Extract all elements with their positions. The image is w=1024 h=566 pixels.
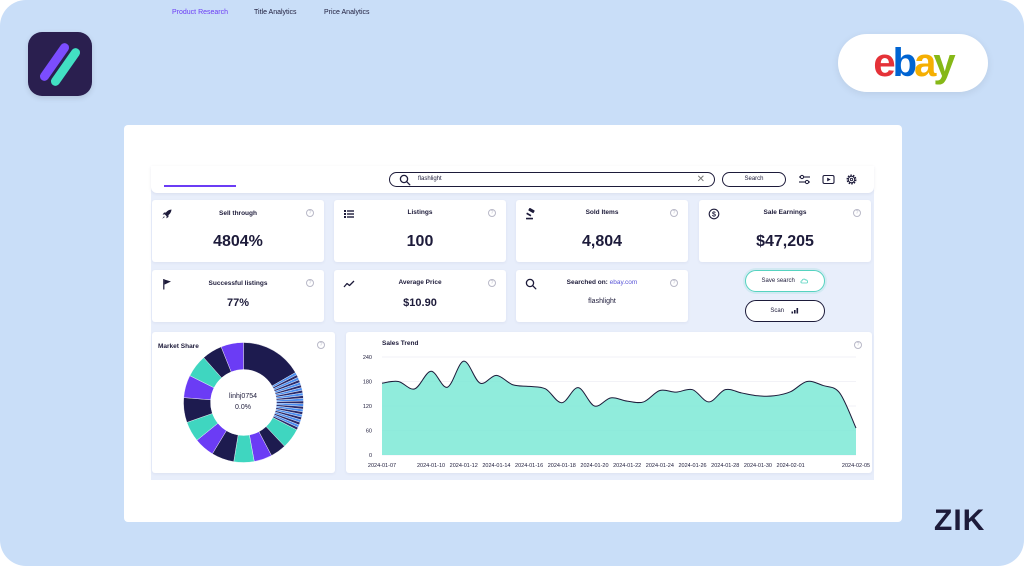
y-tick-label: 0	[369, 453, 372, 459]
listings-label: Listings	[407, 209, 433, 216]
save-search-button[interactable]: Save search	[745, 270, 825, 292]
help-icon[interactable]: ?	[317, 341, 325, 349]
video-icon[interactable]	[822, 173, 835, 186]
signal-bars-icon	[791, 307, 798, 314]
donut-center-share: 0.0%	[235, 404, 251, 411]
x-tick-label: 2024-01-20	[580, 463, 608, 469]
card-sold-items: ? Sold Items 4,804	[516, 200, 688, 262]
ebay-logo: ebay	[873, 41, 955, 85]
sliders-icon[interactable]	[798, 173, 811, 186]
x-tick-label: 2024-01-26	[678, 463, 706, 469]
market-share-donut[interactable]	[183, 342, 304, 463]
x-tick-label: 2024-01-07	[368, 463, 396, 469]
tab-product-research[interactable]: Product Research	[172, 9, 228, 16]
gear-icon[interactable]	[845, 173, 858, 186]
x-tick-label: 2024-01-12	[450, 463, 478, 469]
x-tick-label: 2024-01-30	[744, 463, 772, 469]
card-sell-through: ? Sell through 4804%	[152, 200, 324, 262]
sold-items-value: 4,804	[581, 233, 623, 250]
x-tick-label: 2024-01-28	[711, 463, 739, 469]
card-sale-earnings: $ ? Sale Earnings $47,205	[699, 200, 871, 262]
x-tick-label: 2024-01-16	[515, 463, 543, 469]
cloud-icon	[799, 278, 808, 284]
save-search-label: Save search	[761, 278, 795, 284]
tab-title-analytics[interactable]: Title Analytics	[254, 9, 297, 16]
donut-hole	[211, 370, 276, 435]
sale-earnings-label: Sale Earnings	[763, 209, 807, 216]
search-icon	[399, 174, 411, 186]
ebay-logo-badge: ebay	[838, 34, 988, 92]
successful-listings-value: 77%	[226, 297, 250, 309]
scan-label: Scan	[770, 308, 784, 314]
sold-items-label: Sold Items	[585, 209, 619, 216]
y-tick-label: 60	[366, 429, 372, 435]
x-tick-label: 2024-01-14	[482, 463, 510, 469]
close-icon[interactable]: ✕	[697, 173, 705, 186]
sales-trend-chart: 0 60 120 180 240 2024-01-07 2024-01-10 2024-01-…	[363, 355, 870, 469]
y-tick-label: 180	[363, 380, 372, 386]
card-average-price: ? Average Price $10.90	[334, 270, 506, 322]
x-tick-label: 2024-02-01	[777, 463, 805, 469]
tab-price-analytics[interactable]: Price Analytics	[324, 9, 370, 16]
zik-wordmark: ZIK	[934, 504, 986, 537]
sell-through-label: Sell through	[219, 210, 257, 217]
x-tick-label: 2024-01-10	[417, 463, 445, 469]
search-input[interactable]: flashlight ✕	[389, 172, 715, 187]
ebay-link[interactable]: ebay.com	[610, 279, 638, 286]
scan-button[interactable]: Scan	[745, 300, 825, 322]
card-successful-listings: ? Successful listings 77%	[152, 270, 324, 322]
listings-value: 100	[406, 233, 434, 250]
x-tick-label: 2024-01-22	[613, 463, 641, 469]
searched-on-label: Searched on: ebay.com	[566, 279, 638, 286]
sale-earnings-value: $47,205	[756, 233, 814, 250]
searched-on-value: flashlight	[588, 298, 616, 305]
sales-area-fill	[382, 361, 856, 455]
x-tick-label: 2024-02-05	[842, 463, 870, 469]
y-tick-label: 240	[363, 355, 372, 361]
y-tick-label: 120	[363, 404, 372, 410]
search-input-value: flashlight	[418, 176, 442, 182]
card-searched-on: ? Searched on: ebay.com flashlight	[516, 270, 688, 322]
average-price-label: Average Price	[398, 279, 442, 286]
active-tab-indicator	[164, 185, 236, 187]
x-tick-label: 2024-01-18	[548, 463, 576, 469]
card-listings: ? Listings 100	[334, 200, 506, 262]
zik-app-logo	[28, 32, 92, 96]
average-price-value: $10.90	[403, 297, 437, 309]
x-tick-label: 2024-01-24	[646, 463, 674, 469]
donut-center-seller: linhj0754	[228, 393, 258, 400]
search-button[interactable]: Search	[722, 172, 786, 187]
sell-through-value: 4804%	[213, 233, 263, 250]
successful-listings-label: Successful listings	[208, 280, 268, 287]
